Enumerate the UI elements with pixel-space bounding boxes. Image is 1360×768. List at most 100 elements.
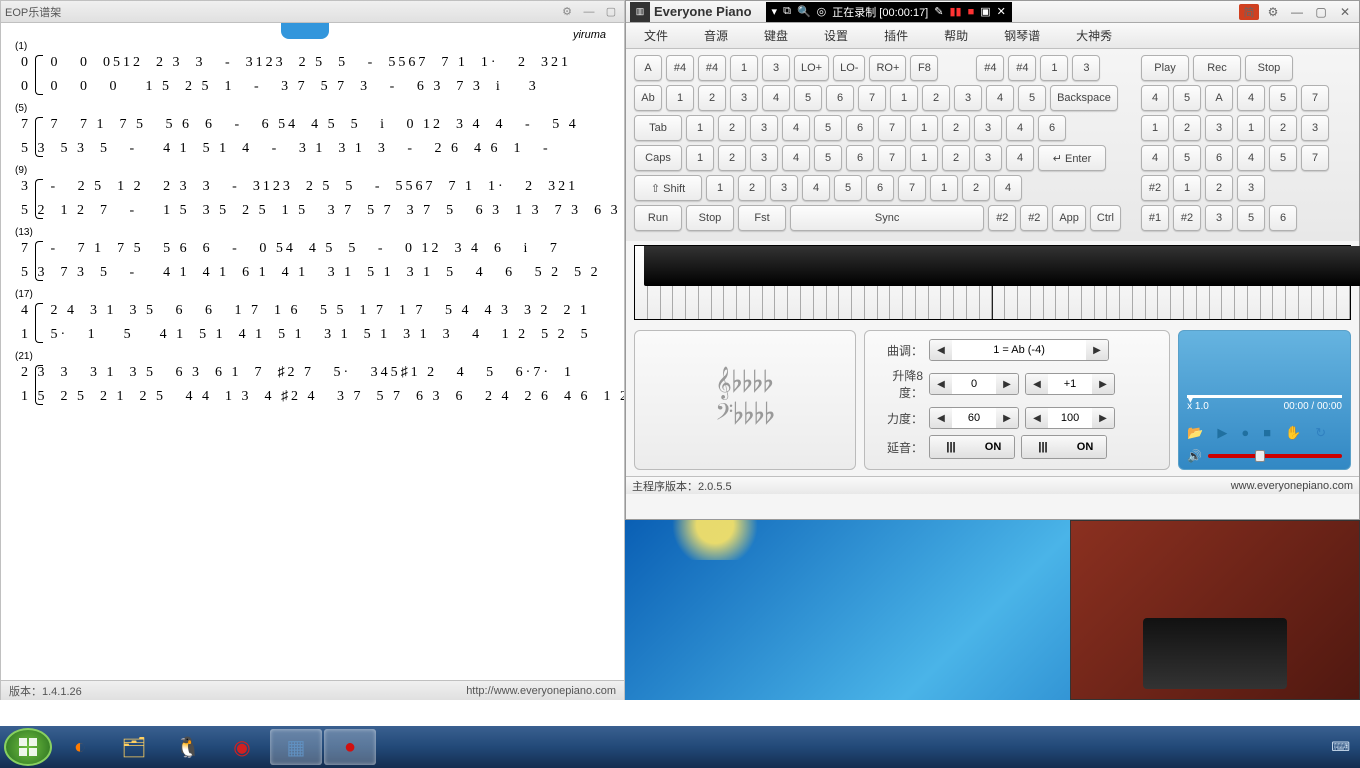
keyboard-key[interactable]: 3 [974,145,1002,171]
keyboard-key[interactable]: 4 [782,145,810,171]
keyboard-key[interactable]: Ab [634,85,662,111]
key-prev-button[interactable]: ◀ [930,339,952,361]
keyboard-key[interactable]: 2 [942,115,970,141]
volume-icon[interactable]: 🔊 [1187,449,1202,463]
player-timeline[interactable] [1187,395,1342,398]
keyboard-key[interactable]: 4 [1141,85,1169,111]
camera-icon[interactable]: ▣ [980,5,990,18]
velocity-right-stepper[interactable]: ◀100▶ [1025,407,1115,429]
keyboard-key[interactable]: #4 [976,55,1004,81]
score-content[interactable]: yiruma (1)0 0 0 0512 2 3 3 - 3123 2 5 5 … [1,23,624,680]
taskbar-qq[interactable]: 🐧 [162,729,214,765]
keyboard-key[interactable]: 6 [866,175,894,201]
menu-item[interactable]: 设置 [806,27,866,44]
play-icon[interactable]: ▶ [1217,425,1227,441]
key-next-button[interactable]: ▶ [1086,339,1108,361]
menu-item[interactable]: 音源 [686,27,746,44]
key-stepper[interactable]: ◀ 1 = Ab (-4) ▶ [929,339,1109,361]
keyboard-key[interactable]: 2 [962,175,990,201]
velocity-left-stepper[interactable]: ◀60▶ [929,407,1019,429]
menu-item[interactable]: 帮助 [926,27,986,44]
keyboard-key[interactable]: 1 [1141,115,1169,141]
keyboard-key[interactable]: Ctrl [1090,205,1121,231]
keyboard-key[interactable]: #2 [1141,175,1169,201]
keyboard-key[interactable]: 5 [814,145,842,171]
desktop-background[interactable] [625,520,1360,700]
keyboard-key[interactable]: 1 [890,85,918,111]
keyboard-key[interactable]: 4 [1141,145,1169,171]
zoom-icon[interactable]: 🔍 [797,5,811,18]
piano-widget[interactable] [634,245,1351,320]
pause-rec-icon[interactable]: ▮▮ [949,5,961,18]
keyboard-key[interactable]: #1 [1141,205,1169,231]
keyboard-key[interactable]: 4 [802,175,830,201]
menu-item[interactable]: 大神秀 [1058,27,1130,44]
keyboard-key[interactable]: 1 [1237,115,1265,141]
sustain-left-toggle[interactable]: |||ON [929,435,1015,459]
keyboard-key[interactable]: Stop [1245,55,1293,81]
menu-item[interactable]: 钢琴谱 [986,27,1058,44]
volume-slider[interactable] [1208,454,1342,458]
sustain-right-toggle[interactable]: |||ON [1021,435,1107,459]
keyboard-key[interactable]: 2 [698,85,726,111]
pointer-icon[interactable]: ▾ [772,5,778,18]
keyboard-key[interactable]: 4 [1237,145,1265,171]
keyboard-key[interactable]: 2 [738,175,766,201]
keyboard-key[interactable]: #4 [1008,55,1036,81]
keyboard-key[interactable]: 3 [750,145,778,171]
keyboard-key[interactable]: 7 [878,115,906,141]
menu-item[interactable]: 文件 [626,27,686,44]
keyboard-key[interactable]: 3 [1205,115,1233,141]
keyboard-key[interactable]: 2 [1205,175,1233,201]
stop-icon[interactable]: ■ [1263,425,1271,441]
taskbar[interactable]: ◐🗂🐧◉▦● ⌨ [0,726,1360,768]
keyboard-key[interactable]: 3 [954,85,982,111]
keyboard-key[interactable]: 7 [898,175,926,201]
maximize-icon[interactable]: ▢ [1311,4,1331,20]
keyboard-key[interactable]: 1 [1040,55,1068,81]
keyboard-key[interactable]: A [634,55,662,81]
octave-left-stepper[interactable]: ◀0▶ [929,373,1019,395]
keyboard-key[interactable]: 1 [930,175,958,201]
start-button[interactable] [4,728,52,766]
keyboard-key[interactable]: 6 [846,145,874,171]
loop-icon[interactable]: ↻ [1315,425,1326,441]
settings-icon[interactable]: ⚙ [558,4,576,20]
app-url[interactable]: www.everyonepiano.com [1231,480,1353,492]
keyboard-key[interactable]: 6 [1038,115,1066,141]
keyboard-key[interactable]: 3 [750,115,778,141]
keyboard-key[interactable]: ↵ Enter [1038,145,1106,171]
taskbar-file-explorer[interactable]: 🗂 [108,729,160,765]
taskbar-recorder[interactable]: ● [324,729,376,765]
keyboard-key[interactable]: 5 [814,115,842,141]
keyboard-key[interactable]: 4 [1237,85,1265,111]
record-icon[interactable]: ● [1241,425,1249,441]
keyboard-key[interactable]: 5 [1237,205,1265,231]
stop-rec-icon[interactable]: ■ [968,6,975,18]
pencil-icon[interactable]: ✎ [934,5,943,18]
keyboard-key[interactable]: Play [1141,55,1189,81]
keyboard-key[interactable]: 1 [706,175,734,201]
keyboard-key[interactable]: #2 [988,205,1016,231]
keyboard-key[interactable]: 1 [666,85,694,111]
keyboard-key[interactable]: ⇧ Shift [634,175,702,201]
maximize-icon[interactable]: ▢ [602,4,620,20]
keyboard-key[interactable]: 2 [922,85,950,111]
keyboard-key[interactable]: 3 [1072,55,1100,81]
hand-icon[interactable]: ✋ [1285,425,1301,441]
piano-titlebar[interactable]: ▥ Everyone Piano ▾ ⧉ 🔍 ◎ 正在录制 [00:00:17]… [626,1,1359,23]
close-rec-icon[interactable]: ✕ [997,5,1006,18]
taskbar-eop[interactable]: ▦ [270,729,322,765]
score-titlebar[interactable]: EOP乐谱架 ⚙ — ▢ [1,1,624,23]
close-icon[interactable]: ✕ [1335,4,1355,20]
keyboard-key[interactable]: 1 [730,55,758,81]
language-toggle[interactable]: 简 [1239,4,1259,20]
keyboard-key[interactable]: 3 [1301,115,1329,141]
keyboard-key[interactable]: Backspace [1050,85,1118,111]
score-url[interactable]: http://www.everyonepiano.com [466,685,616,697]
keyboard-key[interactable]: #4 [698,55,726,81]
keyboard-key[interactable]: 5 [1269,85,1297,111]
piano-black-key[interactable] [1333,246,1360,286]
minimize-icon[interactable]: — [1287,4,1307,20]
menu-item[interactable]: 键盘 [746,27,806,44]
